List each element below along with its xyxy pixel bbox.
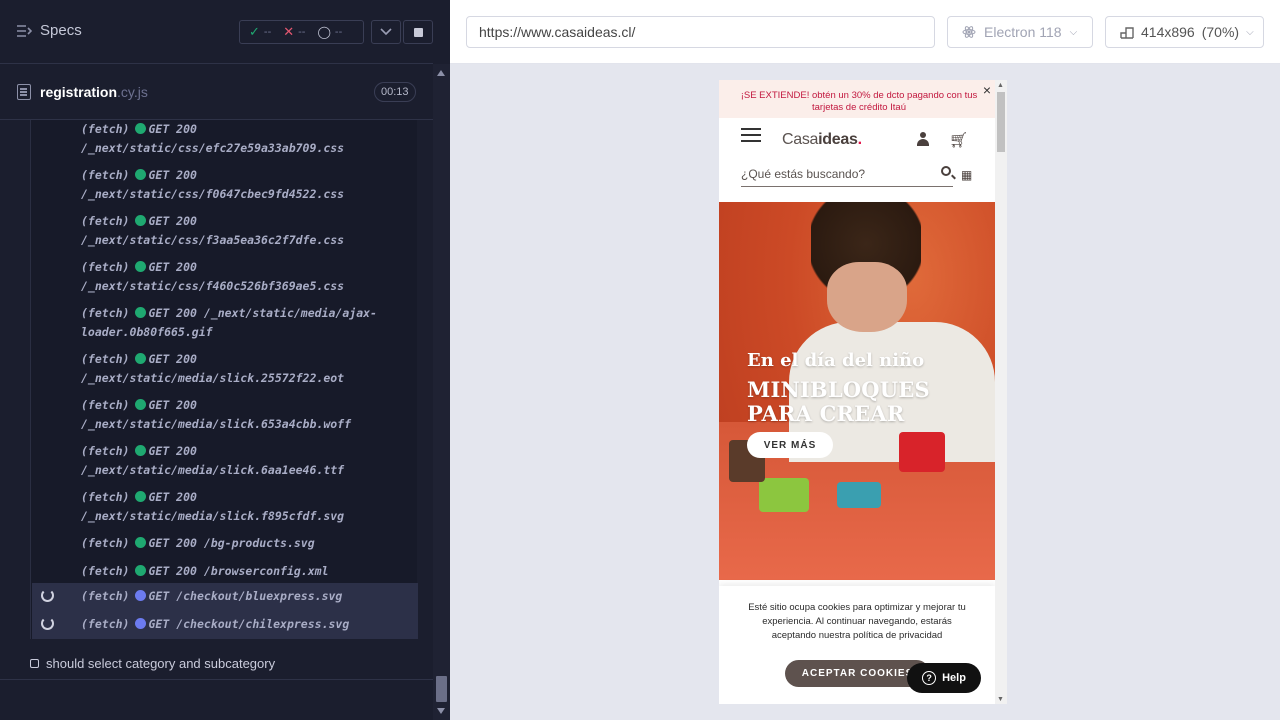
check-icon: ✓ (249, 24, 260, 39)
search-input[interactable] (741, 163, 931, 181)
viewport-info[interactable]: 414x896 (70%) ⌵ (1105, 16, 1264, 48)
status-dot (135, 491, 147, 502)
status-dot (135, 618, 147, 629)
log-entry[interactable]: (fetch) GET 200/_next/static/css/efc27e59… (81, 120, 411, 158)
status-dot (135, 261, 147, 272)
x-icon: ✕ (283, 24, 295, 39)
specs-label: Specs (40, 22, 82, 39)
search-icon[interactable] (941, 166, 951, 176)
scroll-up-icon[interactable] (437, 70, 445, 76)
viewport-zoom: (70%) (1201, 24, 1240, 40)
viewport-size: 414x896 (1141, 24, 1195, 40)
question-icon: ? (922, 671, 937, 685)
status-dot (135, 445, 147, 456)
log-entry[interactable]: (fetch) GET 200 /browserconfig.xml (81, 562, 411, 581)
status-dot (135, 399, 147, 410)
specs-toggle[interactable]: Specs (16, 22, 82, 39)
command-log-panel: Specs ✓ -- ✕ -- ◯ -- registration.cy.js 00:… (0, 0, 450, 720)
scroll-thumb[interactable] (997, 92, 1005, 152)
log-entry[interactable]: (fetch) GET 200/_next/static/media/slick.… (81, 442, 411, 480)
log-entry[interactable]: (fetch) GET 200/_next/static/media/slick.… (81, 350, 411, 388)
chevron-down-icon: ⌵ (1069, 26, 1078, 38)
status-dot (135, 353, 147, 364)
log-entry[interactable]: (fetch) GET 200/_next/static/css/f3aa5ea3… (81, 212, 411, 250)
passed-stat: ✓ -- (249, 24, 272, 39)
log-scrollbar[interactable] (433, 64, 450, 720)
red-dino-toy (899, 432, 945, 472)
status-dot (135, 565, 147, 576)
log-entry[interactable]: (fetch) GET 200 /_next/static/media/ajax-… (81, 304, 411, 342)
scroll-down-icon[interactable]: ▼ (997, 696, 1004, 703)
scroll-down-icon[interactable] (437, 708, 445, 714)
blue-dino-toy (837, 482, 881, 508)
search-bar (741, 163, 953, 187)
promo-banner: ¡SE EXTIENDE! obtén un 30% de dcto pagan… (719, 80, 1007, 118)
cart-icon[interactable]: 🛒︎ (949, 131, 968, 149)
test-title: should select category and subcategory (46, 656, 276, 671)
browser-selector[interactable]: Electron 118 ⌵ (947, 16, 1093, 48)
log-entry[interactable]: (fetch) GET /checkout/chilexpress.svg (81, 615, 411, 634)
log-entry[interactable]: (fetch) GET 200/_next/static/css/f460c526… (81, 258, 411, 296)
scroll-thumb[interactable] (436, 676, 447, 702)
status-dot (135, 169, 147, 180)
viewport-icon (1120, 27, 1134, 39)
log-entry[interactable]: (fetch) GET 200/_next/static/media/slick.… (81, 488, 411, 526)
aut-scrollbar[interactable]: ▲ ▼ (995, 80, 1007, 704)
app-under-test: ¡SE EXTIENDE! obtén un 30% de dcto pagan… (719, 80, 1007, 704)
log-entry[interactable]: (fetch) GET /checkout/bluexpress.svg (81, 587, 411, 606)
status-dot (135, 215, 147, 226)
auto-scroll-button[interactable] (371, 20, 401, 44)
log-entry[interactable]: (fetch) GET 200 /bg-products.svg (81, 534, 411, 553)
site-logo[interactable]: Casaideas. (782, 131, 862, 149)
aut-header: https://www.casaideas.cl/ Electron 118 ⌵… (450, 0, 1280, 64)
chevron-down-icon (380, 28, 392, 36)
document-icon (17, 84, 31, 100)
see-more-button[interactable]: VER MÁS (747, 432, 833, 458)
close-icon[interactable]: × (983, 83, 991, 97)
chevron-down-icon: ⌵ (1246, 26, 1254, 38)
divider (0, 679, 433, 680)
electron-icon (962, 26, 976, 38)
pending-circle-icon: ◯ (317, 25, 331, 39)
hero-title: MINIBLOQUES PARA CREAR (747, 377, 930, 426)
test-item[interactable]: should select category and subcategory (30, 656, 275, 671)
failed-stat: ✕ -- (283, 24, 306, 39)
hero-subtitle: En el día del niño (747, 350, 925, 371)
pending-stat: ◯ -- (317, 25, 343, 39)
log-entry[interactable]: (fetch) GET 200/_next/static/css/f0647cbe… (81, 166, 411, 204)
green-dino-toy (759, 478, 809, 512)
test-stats: ✓ -- ✕ -- ◯ -- (239, 20, 364, 44)
spec-file-name: registration.cy.js (40, 84, 148, 100)
cookie-message: Esté sitio ocupa cookies para optimizar … (748, 602, 966, 641)
spinner-icon (41, 589, 54, 602)
menu-icon[interactable] (741, 128, 761, 144)
status-dot (135, 537, 147, 548)
duration-badge: 00:13 (374, 82, 416, 102)
url-bar[interactable]: https://www.casaideas.cl/ (466, 16, 935, 48)
user-icon[interactable] (917, 132, 929, 146)
site-header: Casaideas. 🛒︎ ▦ (719, 118, 995, 202)
spinner-icon (41, 617, 54, 630)
browser-name: Electron 118 (984, 24, 1062, 40)
scroll-up-icon[interactable]: ▲ (997, 82, 1004, 89)
hero-banner[interactable]: En el día del niño MINIBLOQUES PARA CREAR… (719, 202, 995, 580)
specs-header: Specs ✓ -- ✕ -- ◯ -- (0, 0, 433, 64)
barcode-scan-icon[interactable]: ▦ (961, 168, 972, 182)
test-state-icon (30, 659, 39, 668)
stop-icon (413, 27, 423, 37)
log-entry[interactable]: (fetch) GET 200/_next/static/media/slick.… (81, 396, 411, 434)
command-log: (fetch) GET 200/_next/static/css/efc27e59… (30, 120, 418, 639)
status-dot (135, 590, 147, 601)
stop-button[interactable] (403, 20, 433, 44)
hero-figure-face (827, 262, 907, 332)
status-dot (135, 307, 147, 318)
help-button[interactable]: ? Help (907, 663, 981, 693)
specs-list-icon (17, 24, 32, 37)
spec-file-header[interactable]: registration.cy.js 00:13 (0, 74, 433, 120)
status-dot (135, 123, 147, 134)
